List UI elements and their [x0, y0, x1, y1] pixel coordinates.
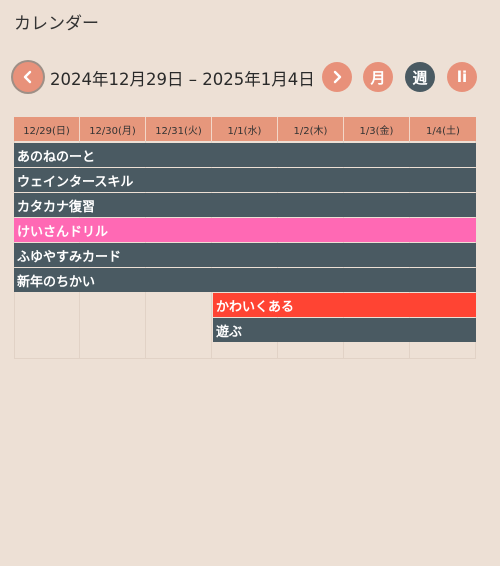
day-header: 1/4(土) [410, 117, 476, 141]
chevron-left-icon [23, 70, 32, 84]
week-view-button[interactable]: 週 [405, 62, 435, 92]
prev-week-button[interactable] [13, 62, 43, 92]
calendar-toolbar: 2024年12月29日 – 2025年1月4日 月 週 li [11, 62, 481, 94]
week-grid: 12/29(日) 12/30(月) 12/31(火) 1/1(水) 1/2(木)… [14, 117, 476, 359]
date-range-label: 2024年12月29日 – 2025年1月4日 [50, 70, 315, 89]
event-bar[interactable]: けいさんドリル [14, 218, 476, 242]
list-view-button[interactable]: li [447, 62, 477, 92]
day-header: 1/3(金) [344, 117, 410, 141]
page-title: カレンダー [14, 14, 99, 34]
event-bar[interactable]: 遊ぶ [213, 318, 476, 342]
month-view-button[interactable]: 月 [363, 62, 393, 92]
event-bar[interactable]: かわいくある [213, 293, 476, 317]
next-week-button[interactable] [322, 62, 352, 92]
event-bar[interactable]: ウェインタースキル [14, 168, 476, 192]
event-bar[interactable]: ふゆやすみカード [14, 243, 476, 267]
event-bar[interactable]: カタカナ復習 [14, 193, 476, 217]
event-bar[interactable]: 新年のちかい [14, 268, 476, 292]
day-header: 1/1(水) [212, 117, 278, 141]
day-header-row: 12/29(日) 12/30(月) 12/31(火) 1/1(水) 1/2(木)… [14, 117, 476, 141]
day-header: 1/2(木) [278, 117, 344, 141]
day-header: 12/29(日) [14, 117, 80, 141]
chevron-right-icon [333, 70, 342, 84]
day-header: 12/31(火) [146, 117, 212, 141]
event-bar[interactable]: あのねのーと [14, 143, 476, 167]
day-header: 12/30(月) [80, 117, 146, 141]
calendar-app: カレンダー 2024年12月29日 – 2025年1月4日 月 週 li 12/… [0, 0, 500, 566]
